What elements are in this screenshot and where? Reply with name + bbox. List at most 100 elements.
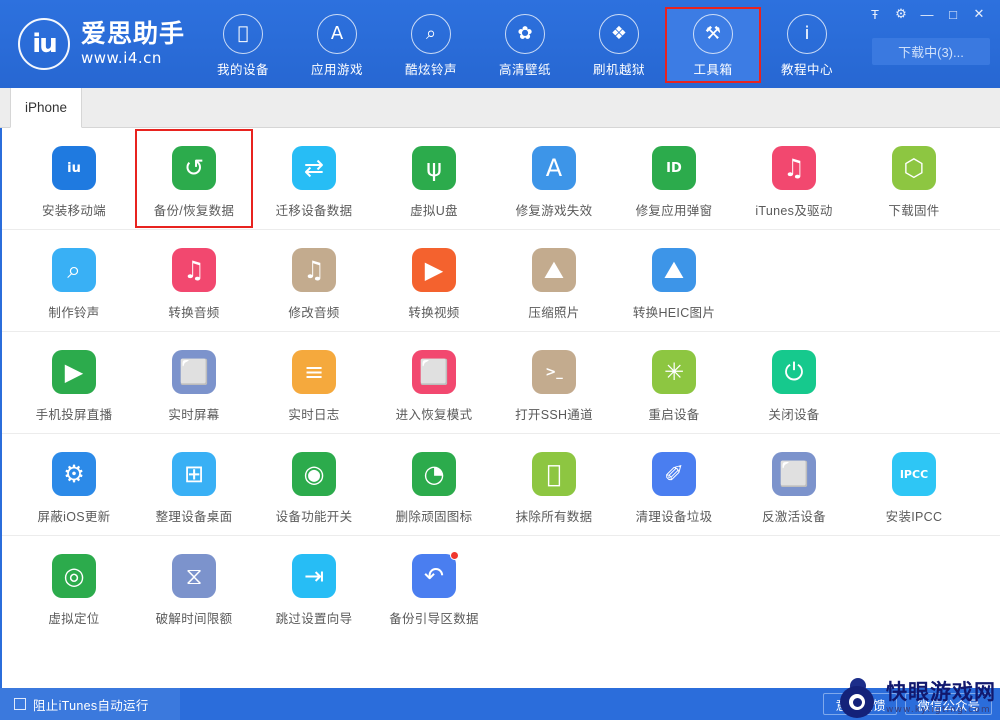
tool-item-screen-live[interactable]: ▶ 手机投屏直播 bbox=[14, 332, 134, 433]
tool-item-reboot-device[interactable]: ✳ 重启设备 bbox=[614, 332, 734, 433]
tool-item-crack-time-limit[interactable]: ⧖ 破解时间限额 bbox=[134, 536, 254, 637]
nav-item-flash-box[interactable]: ❖ 刷机越狱 bbox=[572, 8, 666, 82]
migrate-data-icon-glyph: ⇄ bbox=[303, 154, 325, 182]
tool-section-system-tools: ⚙ 屏蔽iOS更新 ⊞ 整理设备桌面 ◉ 设备功能开关 ◔ 删除顽固图标  抹除所有数据 ✐ 清理设… bbox=[2, 433, 1000, 535]
maximize-icon[interactable]: □ bbox=[940, 2, 966, 26]
tab-strip: iPhone bbox=[0, 88, 1000, 128]
tool-item-edit-audio[interactable]: ♫ 修改音频 bbox=[254, 230, 374, 331]
skin-icon[interactable]: Ŧ bbox=[862, 2, 888, 26]
realtime-log-icon-glyph: ≡ bbox=[303, 358, 325, 386]
tool-section-advanced-tools: ◎ 虚拟定位 ⧖ 破解时间限额 ⇥ 跳过设置向导 ↶ 备份引导区数据 bbox=[2, 535, 1000, 637]
tool-grid: ⌕ 制作铃声 ♫ 转换音频 ♫ 修改音频 ▶ 转换视频 ⛰ 压缩照片 ⛰ 转换HEIC图片 bbox=[2, 230, 1000, 331]
download-status-button[interactable]: 下载中(3)... bbox=[872, 38, 990, 65]
tool-item-realtime-screen[interactable]: ⬜ 实时屏幕 bbox=[134, 332, 254, 433]
nav-item-appstore[interactable]: A 应用游戏 bbox=[290, 8, 384, 82]
info-icon-glyph: i bbox=[804, 23, 810, 44]
tool-item-convert-audio[interactable]: ♫ 转换音频 bbox=[134, 230, 254, 331]
close-icon[interactable]: ✕ bbox=[966, 2, 992, 26]
shutdown-device-icon-glyph: ⏻ bbox=[784, 358, 804, 386]
nav-item-toolbox[interactable]: ⚒ 工具箱 bbox=[665, 7, 761, 83]
fix-game-icon-glyph: A bbox=[545, 154, 563, 182]
itunes-driver-icon: ♫ bbox=[772, 146, 816, 190]
tool-section-data-tools: iu 安装移动端 ↺ 备份/恢复数据 ⇄ 迁移设备数据 ψ 虚拟U盘 A 修复游戏失效 ID 修复应用… bbox=[2, 128, 1000, 229]
arrange-desktop-icon: ⊞ bbox=[172, 452, 216, 496]
realtime-screen-icon-glyph: ⬜ bbox=[179, 358, 209, 386]
tool-item-migrate-data[interactable]: ⇄ 迁移设备数据 bbox=[254, 128, 374, 229]
tool-item-feature-switch[interactable]: ◉ 设备功能开关 bbox=[254, 434, 374, 535]
i4-logo-icon: iu bbox=[18, 18, 70, 70]
block-itunes-checkbox[interactable] bbox=[14, 698, 26, 710]
convert-audio-icon-glyph: ♫ bbox=[183, 256, 205, 284]
tool-item-skip-setup[interactable]: ⇥ 跳过设置向导 bbox=[254, 536, 374, 637]
screen-live-icon: ▶ bbox=[52, 350, 96, 394]
i4-app-icon-glyph: iu bbox=[67, 160, 81, 176]
nav-item-flower[interactable]: ✿ 高清壁纸 bbox=[478, 8, 572, 82]
nav-item-apple[interactable]:  我的设备 bbox=[196, 8, 290, 82]
backup-restore-icon: ↺ bbox=[172, 146, 216, 190]
footer-button-0[interactable]: 意见反馈 bbox=[823, 693, 898, 715]
settings-gear-icon[interactable]: ⚙ bbox=[888, 2, 914, 26]
tool-item-realtime-log[interactable]: ≡ 实时日志 bbox=[254, 332, 374, 433]
make-ringtone-icon-glyph: ⌕ bbox=[67, 256, 81, 284]
tool-item-virtual-udisk[interactable]: ψ 虚拟U盘 bbox=[374, 128, 494, 229]
tool-item-label: iTunes及驱动 bbox=[755, 204, 833, 218]
tool-item-make-ringtone[interactable]: ⌕ 制作铃声 bbox=[14, 230, 134, 331]
tool-item-clean-junk[interactable]: ✐ 清理设备垃圾 bbox=[614, 434, 734, 535]
tool-item-itunes-driver[interactable]: ♫ iTunes及驱动 bbox=[734, 128, 854, 229]
tool-item-label: 转换音频 bbox=[168, 306, 220, 320]
tool-item-label: 反激活设备 bbox=[761, 510, 826, 524]
app-url: www.i4.cn bbox=[81, 48, 162, 67]
footer-button-1[interactable]: 微信公众号 bbox=[905, 693, 992, 715]
tool-item-shutdown-device[interactable]: ⏻ 关闭设备 bbox=[734, 332, 854, 433]
nav-item-info[interactable]: i 教程中心 bbox=[760, 8, 854, 82]
recovery-mode-icon-glyph: ⬜ bbox=[419, 358, 449, 386]
tool-item-label: 安装移动端 bbox=[41, 204, 106, 218]
tool-item-label: 备份引导区数据 bbox=[389, 612, 479, 626]
deactivate-device-icon: ⬜ bbox=[772, 452, 816, 496]
nav-item-label: 刷机越狱 bbox=[592, 63, 645, 77]
appstore-icon-glyph: A bbox=[330, 23, 344, 44]
ssh-tunnel-icon: >_ bbox=[532, 350, 576, 394]
tool-item-label: 打开SSH通道 bbox=[515, 408, 593, 422]
feature-switch-icon-glyph: ◉ bbox=[303, 460, 325, 488]
tool-item-install-ipcc[interactable]: IPCC 安装IPCC bbox=[854, 434, 974, 535]
tool-item-remove-icon[interactable]: ◔ 删除顽固图标 bbox=[374, 434, 494, 535]
tool-item-compress-photo[interactable]: ⛰ 压缩照片 bbox=[494, 230, 614, 331]
tool-item-label: 虚拟U盘 bbox=[410, 204, 458, 218]
tool-item-fix-game[interactable]: A 修复游戏失效 bbox=[494, 128, 614, 229]
tool-item-deactivate-device[interactable]: ⬜ 反激活设备 bbox=[734, 434, 854, 535]
reboot-device-icon: ✳ bbox=[652, 350, 696, 394]
tool-item-arrange-desktop[interactable]: ⊞ 整理设备桌面 bbox=[134, 434, 254, 535]
tool-item-i4-app[interactable]: iu 安装移动端 bbox=[14, 128, 134, 229]
tool-item-recovery-mode[interactable]: ⬜ 进入恢复模式 bbox=[374, 332, 494, 433]
footer-buttons: 意见反馈 微信公众号 bbox=[823, 693, 992, 715]
tool-item-label: 破解时间限额 bbox=[155, 612, 233, 626]
recovery-mode-icon: ⬜ bbox=[412, 350, 456, 394]
tool-item-fix-appleid-popup[interactable]: ID 修复应用弹窗 bbox=[614, 128, 734, 229]
minimize-icon[interactable]: — bbox=[914, 2, 940, 26]
tool-item-ssh-tunnel[interactable]: >_ 打开SSH通道 bbox=[494, 332, 614, 433]
tool-item-label: 删除顽固图标 bbox=[395, 510, 473, 524]
tool-item-label: 屏蔽iOS更新 bbox=[37, 510, 111, 524]
tool-item-virtual-location[interactable]: ◎ 虚拟定位 bbox=[14, 536, 134, 637]
tool-section-screen-tools: ▶ 手机投屏直播 ⬜ 实时屏幕 ≡ 实时日志 ⬜ 进入恢复模式 >_ 打开SSH通道 ✳ 重启设备 ⏻ 关… bbox=[2, 331, 1000, 433]
tool-item-erase-all-data[interactable]:  抹除所有数据 bbox=[494, 434, 614, 535]
tool-item-backup-restore[interactable]: ↺ 备份/恢复数据 bbox=[134, 128, 254, 229]
tool-item-label: 修复应用弹窗 bbox=[635, 204, 713, 218]
realtime-log-icon: ≡ bbox=[292, 350, 336, 394]
main-nav:  我的设备 A 应用游戏 ⌕ 酷炫铃声 ✿ 高清壁纸 ❖ 刷机越狱 ⚒ 工具箱 i 教程中心 bbox=[196, 7, 854, 83]
flower-icon: ✿ bbox=[505, 14, 545, 54]
tab-iphone[interactable]: iPhone bbox=[10, 88, 83, 128]
tool-item-convert-heic[interactable]: ⛰ 转换HEIC图片 bbox=[614, 230, 734, 331]
tool-item-backup-boot-data[interactable]: ↶ 备份引导区数据 bbox=[374, 536, 494, 637]
tool-item-label: 实时屏幕 bbox=[168, 408, 220, 422]
realtime-screen-icon: ⬜ bbox=[172, 350, 216, 394]
tool-item-block-ios-update[interactable]: ⚙ 屏蔽iOS更新 bbox=[14, 434, 134, 535]
tool-item-label: 修改音频 bbox=[288, 306, 340, 320]
nav-item-bell[interactable]: ⌕ 酷炫铃声 bbox=[384, 8, 478, 82]
tool-item-label: 进入恢复模式 bbox=[395, 408, 473, 422]
status-bar: 阻止iTunes自动运行 意见反馈 微信公众号 快眼游戏网 www.kyiigti… bbox=[0, 678, 1000, 720]
block-itunes-row[interactable]: 阻止iTunes自动运行 bbox=[0, 688, 180, 720]
tool-item-download-firmware[interactable]: ⬡ 下载固件 bbox=[854, 128, 974, 229]
tool-item-convert-video[interactable]: ▶ 转换视频 bbox=[374, 230, 494, 331]
